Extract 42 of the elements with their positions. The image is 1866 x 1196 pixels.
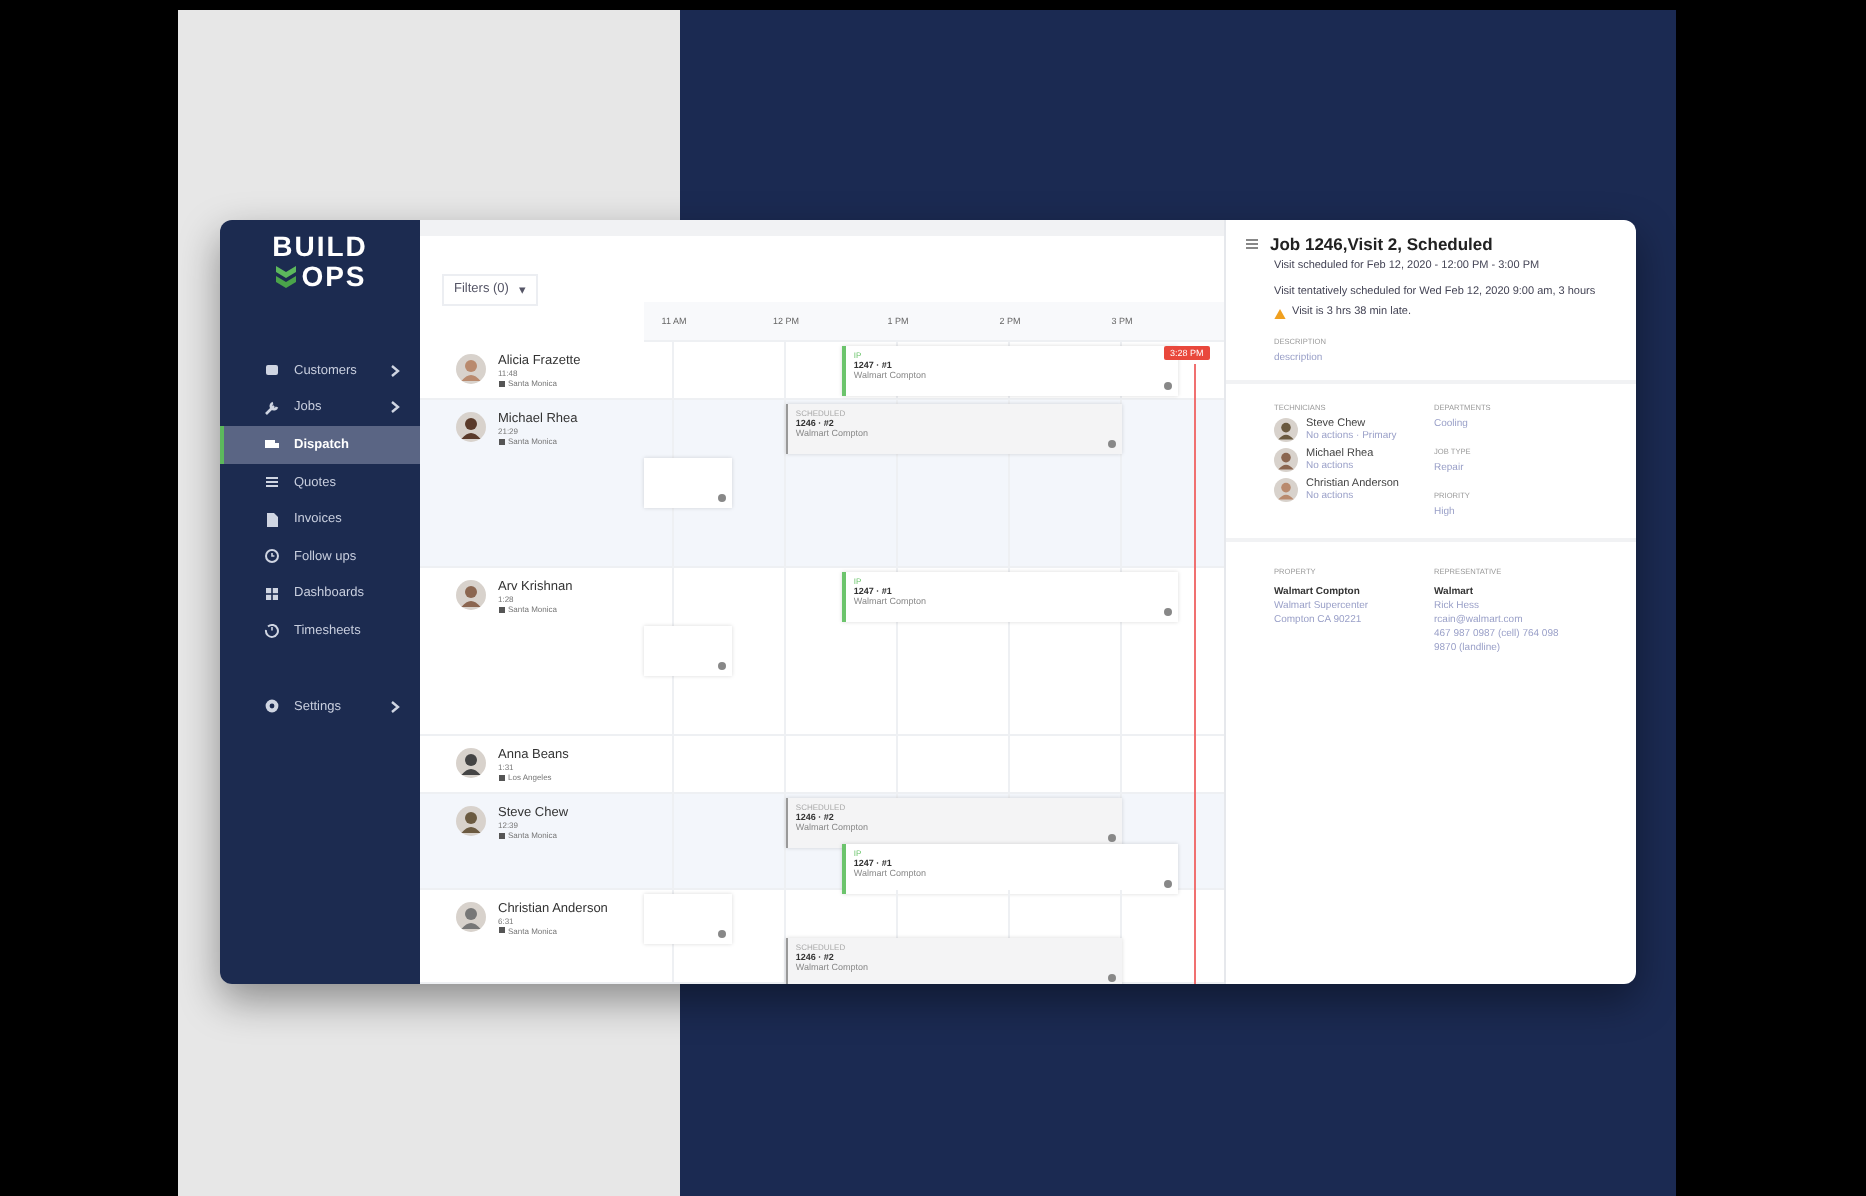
chevron-icon [390,363,400,378]
expand-icon[interactable] [1163,382,1172,391]
person-avatar [456,901,486,932]
logo-text: BUILD [272,232,368,262]
person-avatar [1274,478,1298,502]
building-icon [498,831,506,840]
building-icon [498,437,506,446]
clock-icon [264,548,280,565]
expand-icon[interactable] [1163,608,1172,617]
person-avatar [456,806,486,837]
history-icon [264,622,280,639]
logo-text: OPS [301,262,367,292]
warning-icon [1274,307,1286,319]
expand-icon[interactable] [717,929,726,938]
person-avatar [456,580,486,611]
list-icon [264,474,280,491]
person-avatar [456,354,486,385]
gear-icon [264,698,280,715]
card-icon [264,362,280,379]
expand-icon[interactable] [1163,879,1172,888]
grid-icon [264,585,280,602]
job-title: Job 1246,Visit 2, Scheduled [1270,234,1493,254]
document-icon [264,511,280,528]
building-icon [498,773,506,782]
wrench-icon [264,399,280,416]
menu-icon [1246,238,1258,250]
chevron-icon [390,400,400,415]
expand-icon[interactable] [717,494,726,503]
building-icon [498,605,506,614]
expand-icon[interactable] [717,662,726,671]
chevrons-logo-icon [273,264,298,290]
person-avatar [1274,418,1298,442]
expand-icon[interactable] [1107,974,1116,983]
building-icon [498,379,506,388]
chevron-icon [390,699,400,714]
person-avatar [1274,448,1298,472]
truck-icon [264,436,280,453]
expand-icon[interactable] [1107,834,1116,843]
building-icon [498,926,506,935]
person-avatar [456,412,486,443]
person-avatar [456,748,486,779]
expand-icon[interactable] [1107,440,1116,449]
